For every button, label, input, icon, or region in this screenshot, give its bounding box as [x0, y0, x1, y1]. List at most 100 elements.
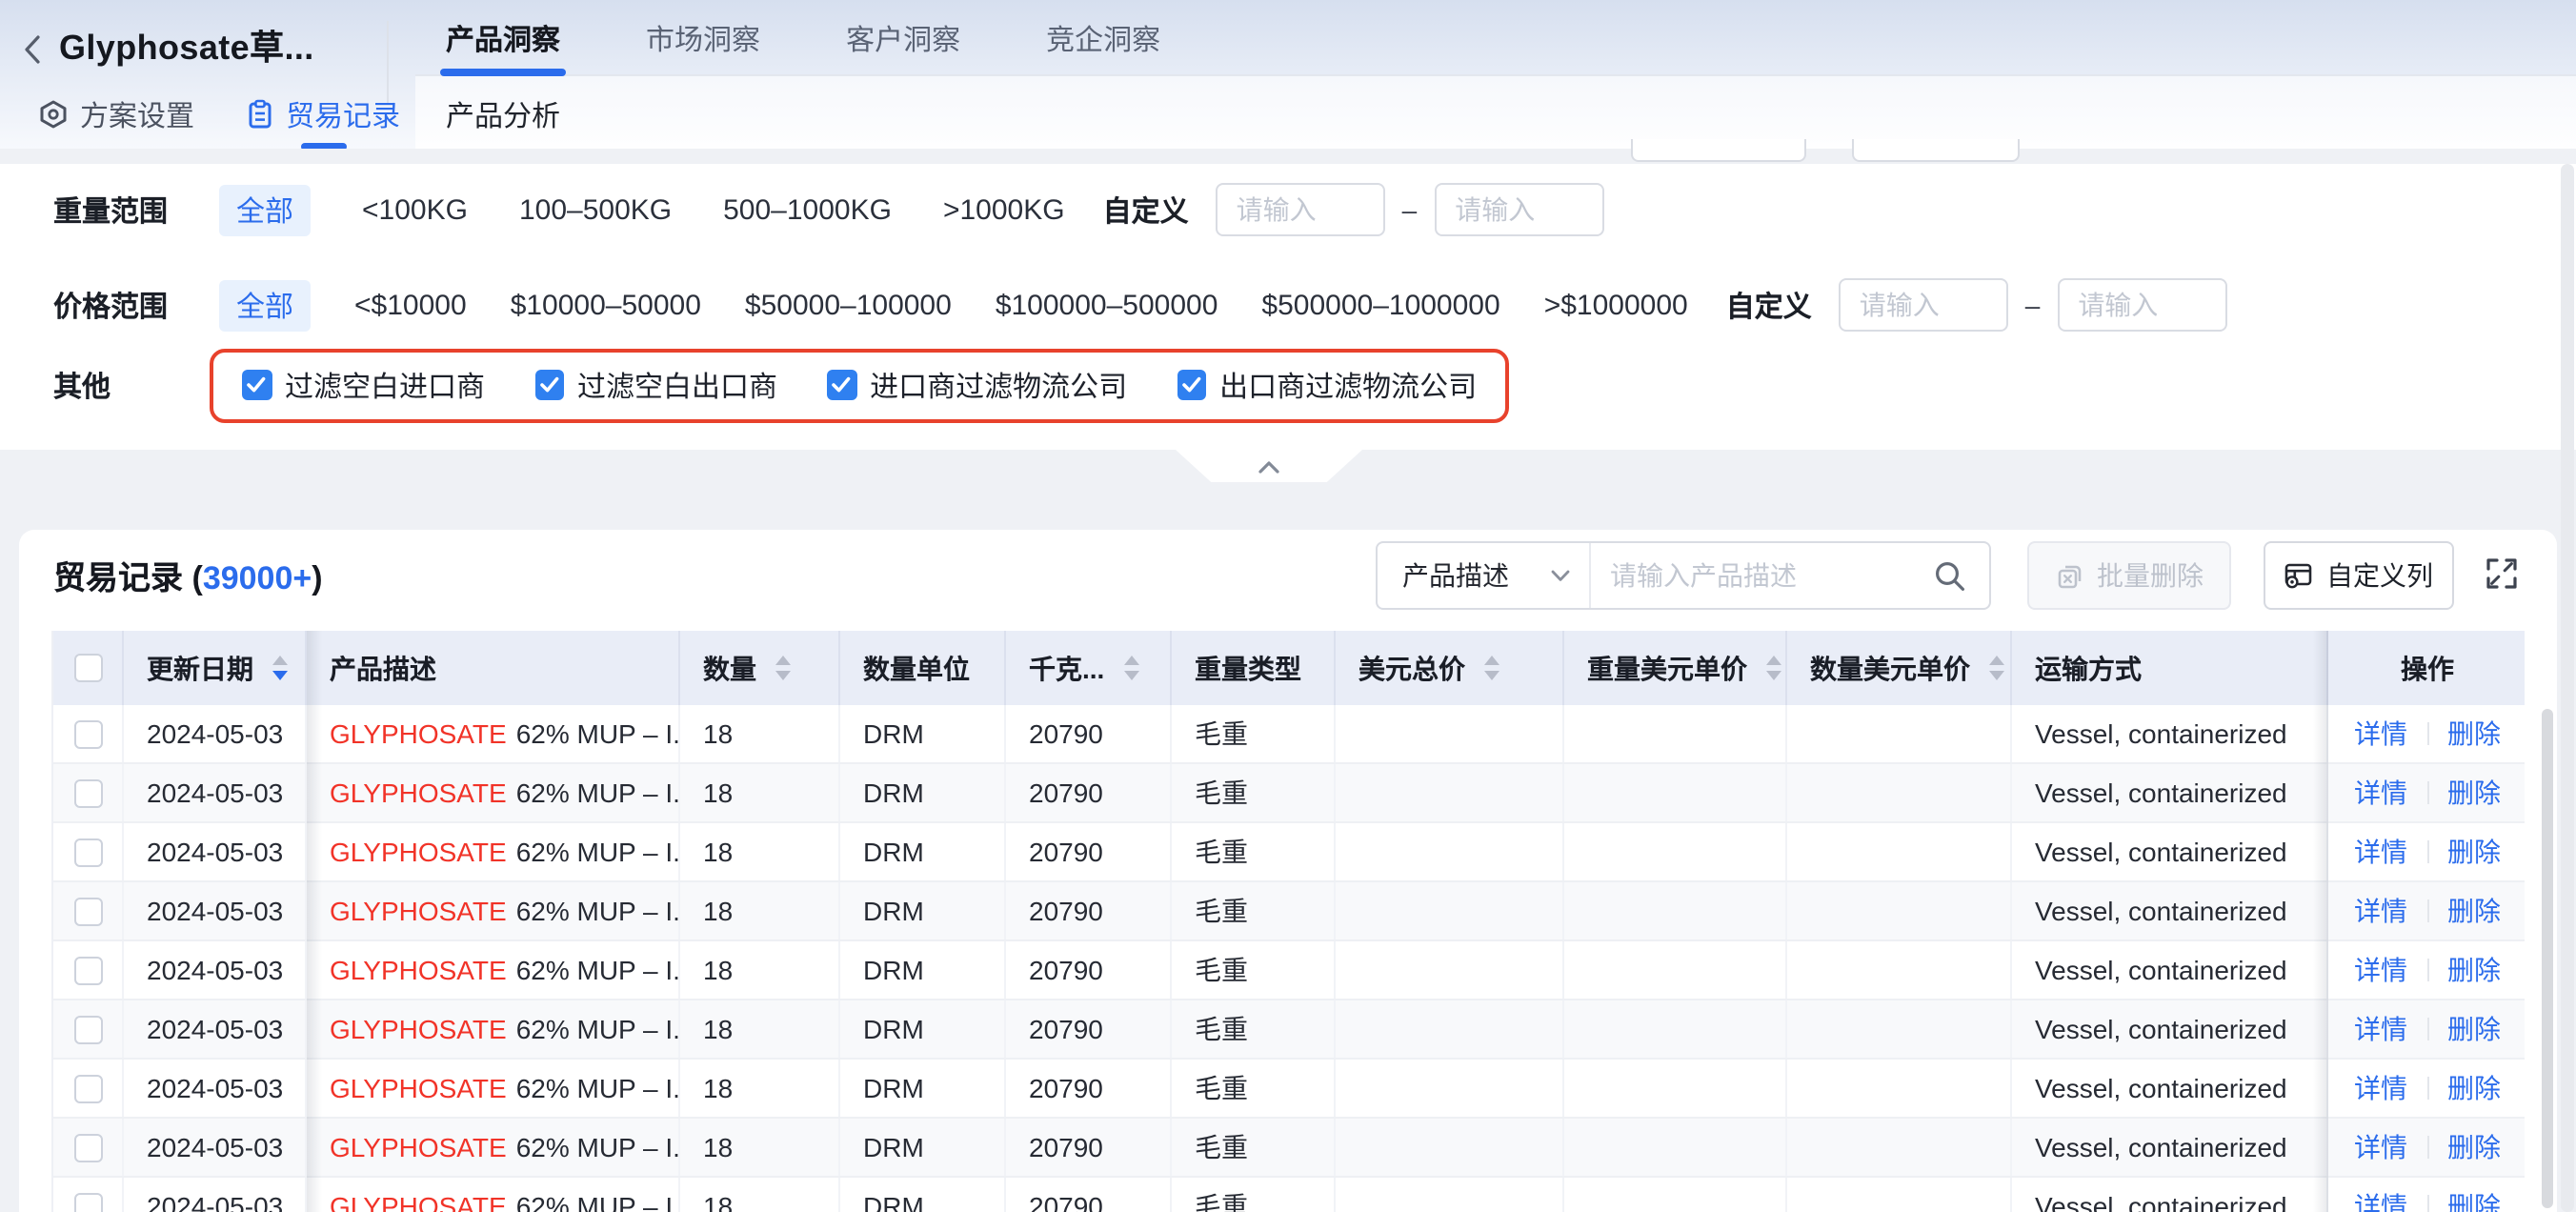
search-button[interactable]	[1934, 559, 1989, 592]
price-option-all[interactable]: 全部	[219, 279, 311, 331]
cell-usd-per-weight	[1564, 823, 1787, 880]
table-scrollbar[interactable]	[2542, 709, 2553, 1208]
checkbox-filter-blank-exporter[interactable]: 过滤空白出口商	[534, 365, 777, 405]
checkbox-filter-blank-importer[interactable]: 过滤空白进口商	[242, 365, 485, 405]
detail-link[interactable]: 详情	[2354, 1187, 2407, 1212]
tab-market-insight[interactable]: 市场洞察	[646, 19, 760, 59]
product-rest: 62% MUP – I...	[516, 955, 680, 985]
search-field-select[interactable]: 产品描述	[1378, 543, 1591, 608]
row-checkbox[interactable]	[73, 1074, 102, 1102]
table-header: 更新日期 产品描述 数量 数量单位 千克... 重量类	[53, 631, 2525, 705]
checkbox-exporter-filter-logistics[interactable]: 出口商过滤物流公司	[1177, 365, 1477, 405]
delete-link[interactable]: 删除	[2447, 1187, 2501, 1212]
cell-product-desc: GLYPHOSATE 62% MUP – I...	[307, 705, 680, 762]
price-max-input[interactable]	[2057, 278, 2226, 332]
table-row: 2024-05-03 GLYPHOSATE 62% MUP – I... 18 …	[53, 1000, 2525, 1060]
tab-product-insight[interactable]: 产品洞察	[446, 19, 560, 59]
fullscreen-expand-button[interactable]	[2485, 556, 2519, 591]
detail-link[interactable]: 详情	[2354, 892, 2407, 930]
custom-columns-label: 自定义列	[2326, 556, 2433, 595]
batch-delete-button[interactable]: 批量删除	[2027, 541, 2231, 610]
subnav-trade-records[interactable]: 贸易记录	[246, 94, 400, 134]
search-input[interactable]	[1591, 560, 1934, 591]
delete-link[interactable]: 删除	[2447, 1069, 2501, 1107]
action-divider	[2426, 840, 2428, 863]
chevron-left-icon	[23, 34, 42, 65]
delete-link[interactable]: 删除	[2447, 1128, 2501, 1166]
delete-link[interactable]: 删除	[2447, 892, 2501, 930]
custom-columns-button[interactable]: 自定义列	[2264, 541, 2454, 610]
delete-link[interactable]: 删除	[2447, 774, 2501, 812]
header-label: 数量美元单价	[1810, 649, 1970, 687]
page-title: Glyphosate草...	[59, 21, 314, 71]
row-checkbox[interactable]	[73, 778, 102, 807]
clipped-input-field-1[interactable]	[1631, 139, 1806, 162]
cell-usd-total	[1336, 1000, 1564, 1058]
cell-quantity: 18	[680, 1060, 840, 1117]
sub-navigation: 方案设置 贸易记录	[38, 93, 400, 135]
weight-option-500-1000[interactable]: 500–1000KG	[723, 193, 892, 226]
delete-link[interactable]: 删除	[2447, 1010, 2501, 1048]
product-keyword: GLYPHOSATE	[330, 718, 507, 749]
detail-link[interactable]: 详情	[2354, 1010, 2407, 1048]
detail-link[interactable]: 详情	[2354, 1128, 2407, 1166]
cell-actions: 详情 删除	[2328, 1119, 2526, 1176]
header-usd-per-weight[interactable]: 重量美元单价	[1564, 631, 1787, 705]
collapse-filters-button[interactable]	[1176, 450, 1362, 482]
detail-link[interactable]: 详情	[2354, 951, 2407, 989]
delete-link[interactable]: 删除	[2447, 833, 2501, 871]
back-button[interactable]	[23, 32, 50, 67]
tab-product-analysis[interactable]: 产品分析	[446, 95, 560, 135]
detail-link[interactable]: 详情	[2354, 1069, 2407, 1107]
page-scrollbar[interactable]	[2561, 164, 2574, 1212]
header-update-date[interactable]: 更新日期	[124, 631, 307, 705]
price-option-lt10000[interactable]: <$10000	[354, 289, 467, 321]
chevron-up-icon	[1258, 458, 1280, 474]
row-checkbox[interactable]	[73, 1015, 102, 1043]
cell-kilograms: 20790	[1006, 705, 1172, 762]
cell-usd-per-quantity	[1787, 1119, 2012, 1176]
header-label: 更新日期	[147, 649, 253, 687]
weight-option-all[interactable]: 全部	[219, 184, 311, 235]
tab-customer-insight[interactable]: 客户洞察	[846, 19, 960, 59]
cell-actions: 详情 删除	[2328, 705, 2526, 762]
row-checkbox[interactable]	[73, 838, 102, 866]
price-option-50000-100000[interactable]: $50000–100000	[745, 289, 952, 321]
subnav-scheme-settings[interactable]: 方案设置	[38, 94, 194, 134]
price-option-500000-1000000[interactable]: $500000–1000000	[1261, 289, 1499, 321]
cell-product-desc: GLYPHOSATE 62% MUP – I...	[307, 823, 680, 880]
weight-option-100-500[interactable]: 100–500KG	[519, 193, 672, 226]
delete-link[interactable]: 删除	[2447, 951, 2501, 989]
header-usd-per-quantity[interactable]: 数量美元单价	[1787, 631, 2012, 705]
weight-option-gt1000[interactable]: >1000KG	[943, 193, 1065, 226]
price-min-input[interactable]	[1839, 278, 2008, 332]
row-checkbox[interactable]	[73, 956, 102, 984]
tab-competitor-insight[interactable]: 竞企洞察	[1046, 19, 1160, 59]
cell-usd-per-weight	[1564, 1060, 1787, 1117]
price-option-100000-500000[interactable]: $100000–500000	[996, 289, 1218, 321]
weight-max-input[interactable]	[1434, 183, 1603, 236]
select-all-checkbox[interactable]	[73, 654, 102, 682]
detail-link[interactable]: 详情	[2354, 833, 2407, 871]
cell-usd-per-weight	[1564, 764, 1787, 821]
checkbox-importer-filter-logistics[interactable]: 进口商过滤物流公司	[827, 365, 1127, 405]
price-range-dash: –	[2025, 290, 2041, 320]
price-option-10000-50000[interactable]: $10000–50000	[511, 289, 701, 321]
row-checkbox[interactable]	[73, 1192, 102, 1212]
header-usd-total[interactable]: 美元总价	[1336, 631, 1564, 705]
delete-link[interactable]: 删除	[2447, 715, 2501, 753]
detail-link[interactable]: 详情	[2354, 774, 2407, 812]
clipped-input-field-2[interactable]	[1852, 139, 2020, 162]
price-option-gt1000000[interactable]: >$1000000	[1544, 289, 1688, 321]
records-title: 贸易记录 (39000+)	[53, 551, 323, 598]
weight-option-lt100[interactable]: <100KG	[362, 193, 468, 226]
weight-min-input[interactable]	[1216, 183, 1385, 236]
header-quantity[interactable]: 数量	[680, 631, 840, 705]
detail-link[interactable]: 详情	[2354, 715, 2407, 753]
cell-actions: 详情 删除	[2328, 882, 2526, 939]
header-kilograms[interactable]: 千克...	[1006, 631, 1172, 705]
cell-usd-total	[1336, 764, 1564, 821]
row-checkbox[interactable]	[73, 719, 102, 748]
row-checkbox[interactable]	[73, 897, 102, 925]
row-checkbox[interactable]	[73, 1133, 102, 1162]
